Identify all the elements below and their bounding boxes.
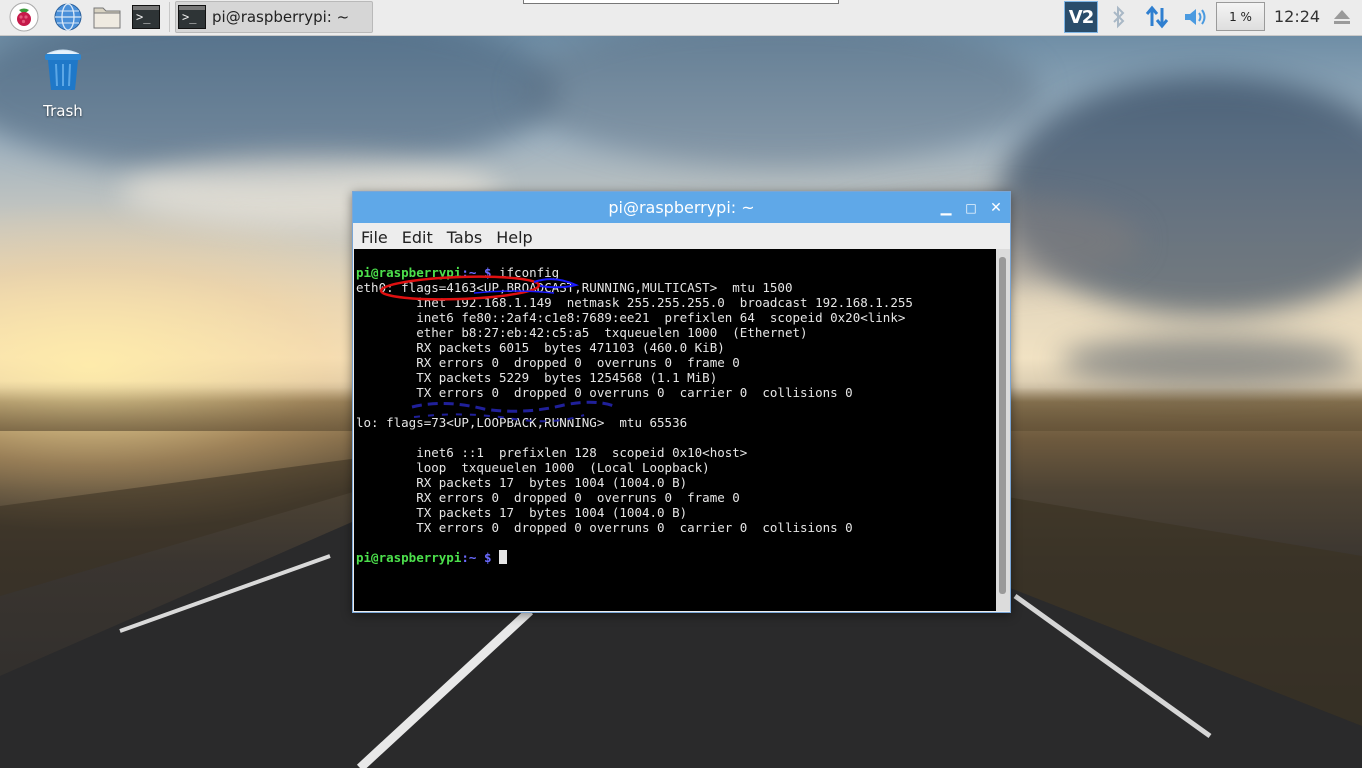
output-line: inet6 ::1 prefixlen 128 scopeid 0x10<hos…	[356, 445, 748, 460]
output-line: eth0: flags=4163<UP,BROADCAST,RUNNING,MU…	[356, 280, 793, 295]
menu-file[interactable]: File	[361, 228, 388, 249]
trash-label: Trash	[43, 102, 83, 120]
command-line: pi@raspberrypi:~ $ ifconfig	[356, 265, 996, 280]
desktop-icon-trash[interactable]: Trash	[22, 44, 104, 120]
eject-icon	[1334, 10, 1350, 24]
output-line: TX errors 0 dropped 0 overruns 0 carrier…	[356, 520, 853, 535]
prompt-user: pi@raspberrypi	[356, 265, 462, 280]
taskbar-window-label: pi@raspberrypi: ~	[212, 8, 350, 26]
clock[interactable]: 12:24	[1274, 0, 1320, 34]
taskbar-window-terminal[interactable]: >_ pi@raspberrypi: ~	[175, 1, 373, 33]
terminal-window: pi@raspberrypi: ~ ▁ □ ✕ File Edit Tabs H…	[352, 191, 1011, 613]
volume-button[interactable]	[1180, 2, 1212, 32]
raspberry-menu-button[interactable]	[6, 2, 42, 32]
terminal-scrollbar[interactable]	[996, 249, 1010, 611]
output-line: TX errors 0 dropped 0 overruns 0 carrier…	[356, 385, 853, 400]
eject-button[interactable]	[1328, 2, 1356, 32]
output-line: TX packets 17 bytes 1004 (1004.0 B)	[356, 505, 688, 520]
terminal-launcher-button[interactable]: >_	[128, 2, 164, 32]
prompt-path: :~	[461, 550, 477, 565]
output-line: inet6 fe80::2af4:c1e8:7689:ee21 prefixle…	[356, 310, 906, 325]
menu-tabs[interactable]: Tabs	[447, 228, 482, 249]
close-icon: ✕	[990, 199, 1002, 216]
terminal-output[interactable]: pi@raspberrypi:~ $ ifconfig eth0: flags=4…	[354, 249, 996, 611]
window-menubar: File Edit Tabs Help	[353, 223, 1010, 249]
output-line-ipv4: inet 192.168.1.149 netmask 255.255.255.0…	[356, 295, 913, 310]
network-updown-arrows-icon	[1145, 5, 1169, 29]
window-title: pi@raspberrypi: ~	[608, 198, 755, 217]
text-cursor	[499, 550, 507, 564]
output-line-redacted	[356, 430, 996, 445]
speaker-volume-icon	[1185, 9, 1206, 25]
output-line: RX errors 0 dropped 0 overruns 0 frame 0	[356, 490, 740, 505]
taskbar-spacer-box	[523, 0, 839, 4]
file-manager-button[interactable]	[89, 2, 125, 32]
minimize-icon: ▁	[940, 199, 952, 216]
terminal-icon: >_	[132, 5, 160, 29]
close-button[interactable]: ✕	[990, 201, 1002, 215]
maximize-button[interactable]: □	[965, 201, 977, 215]
output-line: RX errors 0 dropped 0 overruns 0 frame 0	[356, 355, 740, 370]
file-manager-icon	[93, 7, 121, 29]
output-line: lo: flags=73<UP,LOOPBACK,RUNNING> mtu 65…	[356, 415, 688, 430]
bluetooth-button[interactable]	[1106, 2, 1132, 32]
bluetooth-icon	[1113, 5, 1125, 29]
vnc-label: V2	[1068, 6, 1094, 28]
web-browser-icon	[54, 3, 82, 31]
output-line: ether b8:27:eb:42:c5:a5 txqueuelen 1000 …	[356, 325, 808, 340]
command-text: ifconfig	[499, 265, 560, 280]
window-titlebar[interactable]: pi@raspberrypi: ~ ▁ □ ✕	[353, 192, 1010, 223]
menu-edit[interactable]: Edit	[402, 228, 433, 249]
scrollbar-thumb[interactable]	[999, 257, 1006, 594]
prompt-symbol: $	[476, 265, 499, 280]
output-line: RX packets 17 bytes 1004 (1004.0 B)	[356, 475, 688, 490]
maximize-icon: □	[965, 200, 977, 215]
prompt-user: pi@raspberrypi	[356, 550, 462, 565]
prompt-symbol: $	[476, 550, 499, 565]
terminal-icon: >_	[178, 5, 206, 29]
cpu-usage-monitor[interactable]: 1 %	[1216, 2, 1265, 31]
raspberry-menu-icon	[9, 2, 39, 32]
network-button[interactable]	[1141, 2, 1173, 32]
output-line: loop txqueuelen 1000 (Local Loopback)	[356, 460, 710, 475]
taskbar: >_ >_ pi@raspberrypi: ~ V2 1 % 12:24	[0, 0, 1362, 36]
prompt-path: :~	[461, 265, 477, 280]
menu-help[interactable]: Help	[496, 228, 532, 249]
output-line: RX packets 6015 bytes 471103 (460.0 KiB)	[356, 340, 725, 355]
trash-bin-icon	[45, 49, 81, 90]
vnc-server-icon[interactable]: V2	[1064, 1, 1098, 33]
prompt-line: pi@raspberrypi:~ $	[356, 550, 996, 565]
minimize-button[interactable]: ▁	[940, 201, 952, 215]
cpu-usage-label: 1 %	[1229, 9, 1252, 24]
output-line: TX packets 5229 bytes 1254568 (1.1 MiB)	[356, 370, 718, 385]
web-browser-button[interactable]	[50, 2, 86, 32]
